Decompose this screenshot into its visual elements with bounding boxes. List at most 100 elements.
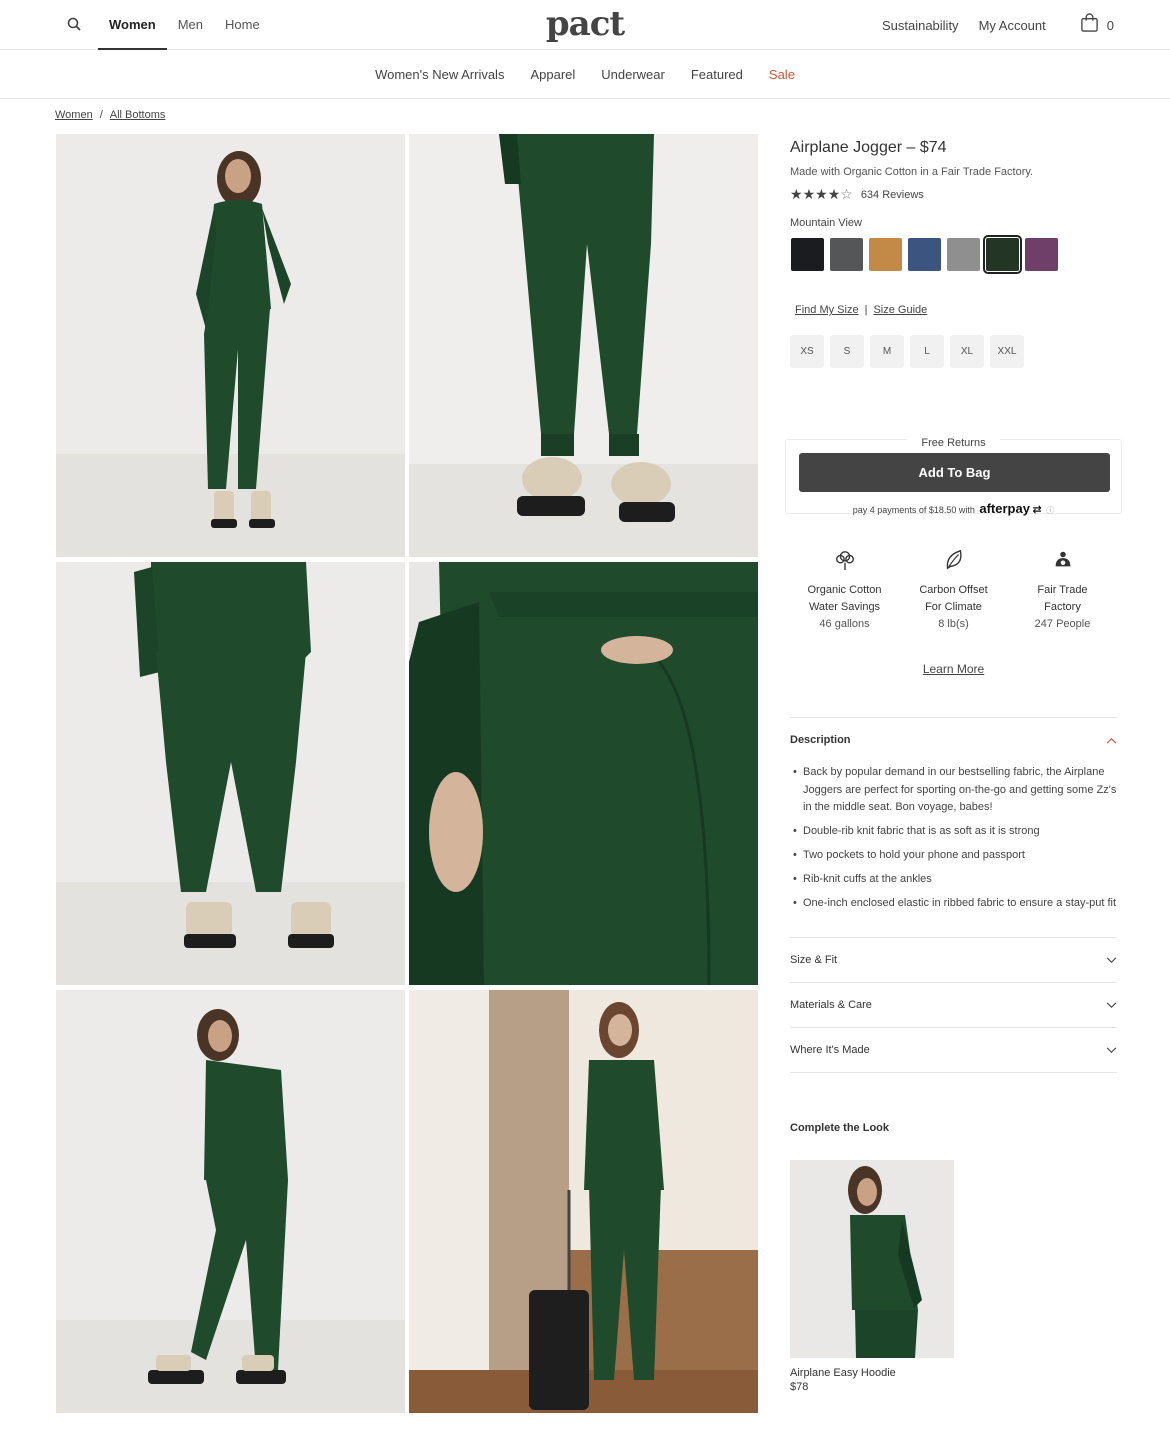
size-help-links: Find My Size | Size Guide — [795, 304, 1117, 316]
size-xxl-button[interactable]: XXL — [990, 335, 1024, 368]
size-fit-section: Size & Fit — [790, 937, 1117, 982]
description-bullet: Double-rib knit fabric that is as soft a… — [790, 823, 1117, 841]
description-bullet: Rib-knit cuffs at the ankles — [790, 871, 1117, 889]
impact-fairtrade-line1: Fair Trade — [1037, 584, 1088, 596]
where-made-section: Where It's Made — [790, 1027, 1117, 1073]
subnav-sale[interactable]: Sale — [769, 67, 795, 82]
people-icon — [1008, 548, 1117, 574]
product-info-panel: Airplane Jogger – $74 Made with Organic … — [785, 134, 1122, 1393]
subnav-underwear[interactable]: Underwear — [601, 67, 665, 82]
star-filled-icon: ★ — [802, 186, 816, 202]
star-rating-icon[interactable]: ★★★★☆ — [790, 186, 853, 203]
category-subnav: Women's New Arrivals Apparel Underwear F… — [0, 50, 1170, 99]
size-fit-accordion-header[interactable]: Size & Fit — [790, 938, 1117, 982]
top-header: Women Men Home pact Sustainability My Ac… — [0, 0, 1170, 50]
size-m-button[interactable]: M — [870, 335, 904, 368]
subnav-featured[interactable]: Featured — [691, 67, 743, 82]
breadcrumb-all-bottoms[interactable]: All Bottoms — [110, 109, 166, 121]
color-swatch[interactable] — [869, 238, 902, 271]
product-photo-5[interactable] — [56, 990, 405, 1413]
materials-care-accordion-header[interactable]: Materials & Care — [790, 983, 1117, 1027]
breadcrumb: Women / All Bottoms — [55, 109, 165, 121]
color-swatch[interactable] — [983, 235, 1022, 274]
account-nav: Sustainability My Account 0 — [862, 0, 1114, 50]
pact-logo[interactable]: pact — [546, 4, 625, 44]
cart-count: 0 — [1106, 17, 1114, 33]
product-photo-3[interactable] — [56, 562, 405, 985]
impact-fairtrade-line2: Factory — [1044, 601, 1081, 613]
nav-women[interactable]: Women — [98, 0, 167, 50]
afterpay-logo: afterpay — [979, 501, 1030, 516]
impact-water: Organic Cotton Water Savings 46 gallons — [790, 548, 899, 633]
description-bullet: One-inch enclosed elastic in ribbed fabr… — [790, 895, 1117, 913]
free-returns-label: Free Returns — [786, 433, 1121, 451]
chevron-up-icon — [1106, 731, 1117, 749]
color-swatch[interactable] — [830, 238, 863, 271]
impact-stats: Organic Cotton Water Savings 46 gallons … — [790, 548, 1117, 633]
color-swatch[interactable] — [1025, 238, 1058, 271]
complete-look-name: Airplane Easy Hoodie — [790, 1367, 896, 1379]
search-icon[interactable] — [66, 16, 84, 34]
cotton-icon — [790, 548, 899, 574]
where-made-accordion-header[interactable]: Where It's Made — [790, 1028, 1117, 1072]
description-body: Back by popular demand in our bestsellin… — [790, 762, 1117, 937]
star-filled-icon: ★ — [827, 186, 841, 202]
size-links-separator: | — [864, 304, 868, 316]
product-subtitle: Made with Organic Cotton in a Fair Trade… — [790, 166, 1034, 178]
sustainability-link[interactable]: Sustainability — [882, 18, 959, 33]
color-swatches — [791, 235, 1117, 274]
subnav-apparel[interactable]: Apparel — [530, 67, 575, 82]
my-account-link[interactable]: My Account — [979, 18, 1046, 33]
chevron-down-icon — [1106, 1041, 1117, 1059]
subnav-new-arrivals[interactable]: Women's New Arrivals — [375, 67, 504, 82]
color-swatch[interactable] — [947, 238, 980, 271]
learn-more-link[interactable]: Learn More — [923, 662, 984, 676]
learn-more-container: Learn More — [790, 662, 1117, 676]
size-guide-link[interactable]: Size Guide — [873, 304, 927, 316]
info-icon[interactable]: ⓘ — [1046, 506, 1054, 515]
impact-water-value: 46 gallons — [819, 618, 870, 630]
size-l-button[interactable]: L — [910, 335, 944, 368]
materials-care-title: Materials & Care — [790, 999, 872, 1011]
add-to-bag-button[interactable]: Add To Bag — [799, 453, 1110, 492]
nav-home[interactable]: Home — [214, 0, 271, 50]
afterpay-message: pay 4 payments of $18.50 with afterpay ⇄… — [786, 501, 1121, 516]
product-photo-6[interactable] — [409, 990, 758, 1413]
breadcrumb-women[interactable]: Women — [55, 109, 93, 121]
cart-button[interactable]: 0 — [1080, 12, 1114, 38]
impact-carbon: Carbon Offset For Climate 8 lb(s) — [899, 548, 1008, 633]
size-s-button[interactable]: S — [830, 335, 864, 368]
chevron-down-icon — [1106, 951, 1117, 969]
product-rating: ★★★★☆ 634 Reviews — [790, 186, 1117, 203]
size-xs-button[interactable]: XS — [790, 335, 824, 368]
nav-men[interactable]: Men — [167, 0, 214, 50]
impact-water-line1: Organic Cotton — [807, 584, 882, 596]
selected-color-name: Mountain View — [790, 217, 862, 229]
size-xl-button[interactable]: XL — [950, 335, 984, 368]
complete-look-card[interactable]: Airplane Easy Hoodie $78 — [790, 1160, 954, 1393]
main-nav: Women Men Home — [98, 0, 271, 50]
product-photo-1[interactable] — [56, 134, 405, 557]
description-title: Description — [790, 734, 851, 746]
description-bullet: Back by popular demand in our bestsellin… — [790, 764, 1117, 817]
breadcrumb-separator: / — [99, 109, 103, 121]
impact-carbon-line1: Carbon Offset — [919, 584, 988, 596]
product-accordion: Description Back by popular demand in ou… — [790, 717, 1117, 1073]
size-selector: XS S M L XL XXL — [790, 335, 1117, 368]
reviews-link[interactable]: 634 Reviews — [861, 189, 924, 201]
color-swatch[interactable] — [908, 238, 941, 271]
chevron-down-icon — [1106, 996, 1117, 1014]
description-accordion-header[interactable]: Description — [790, 718, 1117, 762]
star-empty-icon: ☆ — [840, 186, 853, 202]
find-my-size-link[interactable]: Find My Size — [795, 304, 859, 316]
impact-fairtrade: Fair Trade Factory 247 People — [1008, 548, 1117, 633]
impact-fairtrade-value: 247 People — [1034, 618, 1091, 630]
size-fit-title: Size & Fit — [790, 954, 838, 966]
impact-carbon-line2: For Climate — [925, 601, 982, 613]
product-photo-2[interactable] — [409, 134, 758, 557]
afterpay-text: pay 4 payments of $18.50 with — [852, 505, 975, 515]
afterpay-arrows-icon: ⇄ — [1032, 504, 1042, 516]
complete-look-image[interactable] — [790, 1160, 954, 1358]
product-photo-4[interactable] — [409, 562, 758, 985]
color-swatch[interactable] — [791, 238, 824, 271]
